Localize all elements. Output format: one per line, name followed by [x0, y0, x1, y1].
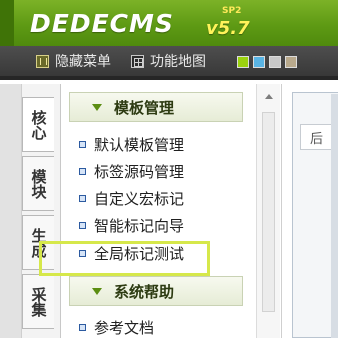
scroll-thumb[interactable]	[262, 112, 275, 312]
header-left-stripe	[0, 0, 14, 46]
section-template-management[interactable]: 模板管理	[69, 92, 243, 122]
left-tab-column: 核心 模块 生成 采集	[0, 84, 60, 338]
tab-collect[interactable]: 采集	[22, 274, 54, 329]
menu-item-label: 标签源码管理	[94, 162, 185, 181]
tab-core[interactable]: 核心	[22, 97, 54, 152]
menu-item-custom-macro[interactable]: 自定义宏标记	[79, 187, 184, 209]
dedecms-logo: DEDECMS	[30, 9, 174, 38]
menu-scrollbar[interactable]	[256, 84, 280, 338]
scroll-up-arrow-icon[interactable]	[265, 94, 273, 99]
bullet-icon	[79, 167, 86, 175]
menu-item-reference-docs[interactable]: 参考文档	[79, 316, 154, 338]
menu-item-label: 默认模板管理	[94, 135, 185, 154]
skin-swatch-blue[interactable]	[253, 56, 265, 68]
sitemap-button[interactable]: 功能地图	[131, 46, 206, 76]
sitemap-label: 功能地图	[150, 54, 206, 70]
left-tab-gutter	[0, 84, 22, 338]
version-label: v5.7	[206, 18, 250, 39]
bullet-icon	[79, 140, 86, 148]
hide-menu-icon	[36, 54, 49, 68]
tab-core-label: 核心	[29, 109, 48, 140]
hide-menu-button[interactable]: 隐藏菜单	[36, 46, 111, 76]
skin-swatch-tan[interactable]	[285, 56, 297, 68]
menu-item-label: 自定义宏标记	[94, 189, 185, 208]
content-tab-label: 后	[310, 132, 324, 147]
tab-modules-label: 模块	[29, 168, 48, 199]
menu-panel: 模板管理 默认模板管理 标签源码管理 自定义宏标记 智能标记向导 全局标记测试 …	[60, 84, 256, 338]
grid-icon	[131, 54, 144, 68]
bullet-icon	[79, 323, 86, 331]
content-side-bar	[331, 94, 338, 338]
skin-swatch-green[interactable]	[237, 56, 249, 68]
skin-swatch-gray[interactable]	[269, 56, 281, 68]
section-system-help[interactable]: 系统帮助	[69, 276, 243, 306]
edition-label: SP2	[222, 6, 242, 16]
collapse-arrow-icon	[92, 287, 102, 295]
main-content-area: 后	[281, 84, 338, 338]
highlight-box	[39, 241, 210, 276]
top-toolbar: 隐藏菜单 功能地图	[0, 46, 338, 80]
menu-item-default-templates[interactable]: 默认模板管理	[79, 133, 184, 155]
tab-modules[interactable]: 模块	[22, 156, 54, 211]
menu-item-label: 智能标记向导	[94, 216, 185, 235]
tab-collect-label: 采集	[29, 286, 48, 317]
menu-item-tag-source[interactable]: 标签源码管理	[79, 160, 184, 182]
section-title: 模板管理	[114, 98, 175, 117]
menu-item-label: 参考文档	[94, 318, 155, 337]
bullet-icon	[79, 221, 86, 229]
menu-item-smart-tag-wizard[interactable]: 智能标记向导	[79, 214, 184, 236]
section-title: 系统帮助	[114, 282, 175, 301]
app-header: DEDECMS SP2 v5.7	[0, 0, 338, 46]
bullet-icon	[79, 194, 86, 202]
hide-menu-label: 隐藏菜单	[55, 54, 111, 70]
collapse-arrow-icon	[92, 103, 102, 111]
